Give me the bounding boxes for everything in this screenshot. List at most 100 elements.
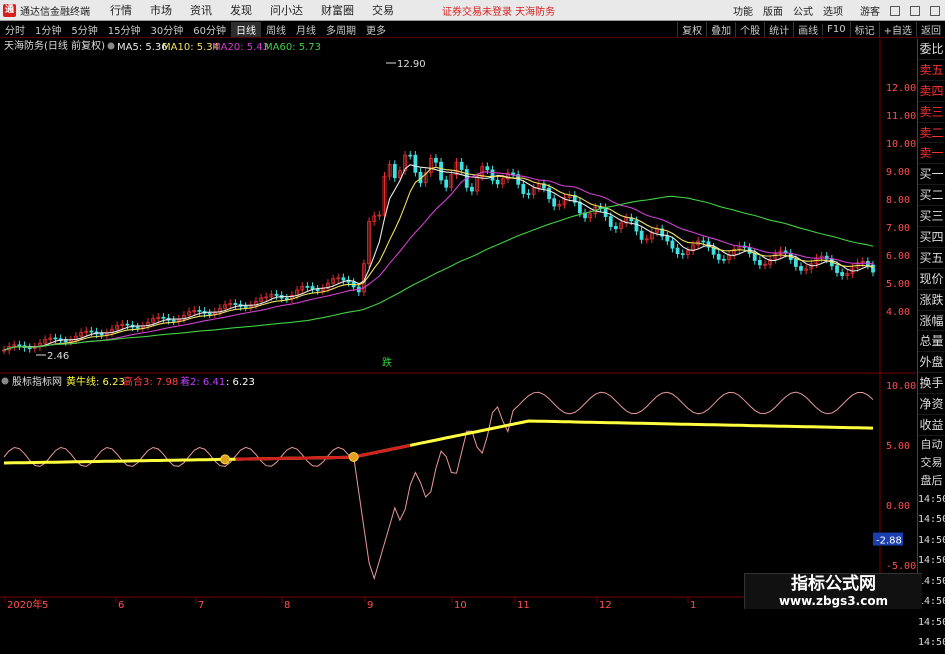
side-tab[interactable]: 交易	[918, 454, 945, 472]
side-tab[interactable]: 自动	[918, 436, 945, 454]
period-tab[interactable]: 日线	[230, 21, 261, 37]
toolbar-button[interactable]: 复权	[677, 22, 706, 37]
candle-body	[392, 164, 397, 179]
signal-marker	[220, 454, 231, 465]
trade-time: 14:50	[918, 493, 945, 505]
right-menu-item[interactable]: 公式	[793, 3, 813, 18]
menu-item[interactable]: 问小达	[270, 2, 303, 18]
app-logo-icon: 通	[3, 3, 16, 17]
ma20-line	[3, 171, 874, 351]
right-menu-item[interactable]: 功能	[733, 3, 753, 18]
price-tick-label: 10.00	[886, 139, 916, 150]
maximize-icon[interactable]	[910, 5, 920, 16]
app-name: 通达信金融终端	[20, 6, 90, 18]
right-menu-item[interactable]: 版面	[763, 3, 783, 18]
period-tab[interactable]: 60分钟	[188, 22, 231, 37]
candle-body	[752, 252, 757, 261]
side-field-label: 卖五	[918, 60, 945, 81]
period-tab[interactable]: 15分钟	[103, 22, 146, 37]
candle-body	[413, 154, 418, 173]
candle-body	[207, 312, 212, 315]
side-field-label: 买五	[918, 248, 945, 269]
price-tick-label: 9.00	[886, 167, 910, 178]
indicator-legend-2: 高合3: 7.98	[123, 375, 178, 388]
side-field-label: 涨跌	[918, 290, 945, 311]
side-tab[interactable]: 盘后	[918, 472, 945, 490]
right-menu-item[interactable]: 选项	[823, 3, 843, 18]
menu-item[interactable]: 行情	[110, 2, 132, 18]
chart-area[interactable]: 12.00 11.00 10.00 9.00 8.00 7.00 6.00 5.00 4.00 1…	[0, 39, 916, 611]
toolbar-button[interactable]: 统计	[764, 22, 793, 37]
candle-body	[99, 333, 104, 336]
x-axis-label: 8	[284, 600, 290, 609]
candle-body	[459, 161, 464, 170]
candle-body	[17, 344, 22, 347]
toolbar-button[interactable]: 画线	[793, 22, 822, 37]
ma-legend-3: MA20: 5.43	[212, 42, 269, 53]
candle-body	[408, 154, 413, 157]
trade-time: 14:50	[918, 637, 945, 649]
candle-body	[701, 240, 706, 243]
toolbar-button[interactable]: 返回	[916, 22, 945, 37]
candle-body	[284, 297, 289, 300]
minimize-icon[interactable]	[890, 5, 900, 16]
price-tick-label: 6.00	[886, 251, 910, 262]
x-axis-label: 5	[42, 600, 48, 609]
candle-body	[233, 303, 238, 305]
indicator-tick-label: 10.00	[886, 381, 916, 392]
limit-marker: 跌	[382, 356, 392, 369]
indicator-legend-3: 着2: 6.41	[180, 375, 225, 388]
candle-body	[608, 216, 613, 227]
candle-body	[675, 247, 680, 255]
side-field-label: 收益	[918, 415, 945, 436]
side-field-label: 卖四	[918, 81, 945, 102]
period-tab[interactable]: 1分钟	[30, 22, 66, 37]
login-button[interactable]: 游客	[860, 3, 880, 18]
chart-settings-icon	[107, 42, 115, 50]
price-tick-label: 11.00	[886, 111, 916, 122]
toolbar-button[interactable]: 个股	[735, 22, 764, 37]
side-field-label: 净资	[918, 394, 945, 416]
indicator-tick-label: -5.00	[886, 561, 916, 572]
candle-body	[305, 285, 310, 288]
close-icon[interactable]	[930, 5, 940, 16]
candle-body	[613, 226, 618, 230]
candle-body	[341, 277, 346, 281]
period-tab[interactable]: 周线	[261, 22, 291, 37]
side-field-label: 总量	[918, 331, 945, 353]
period-tab[interactable]: 月线	[291, 22, 321, 37]
trade-notice[interactable]: 证券交易未登录 天海防务	[442, 3, 555, 18]
watermark: 指标公式网 www.zbgs3.com	[744, 573, 922, 609]
candle-body	[680, 253, 685, 256]
candle-body	[670, 240, 675, 249]
toolbar-button[interactable]: +自选	[878, 22, 916, 37]
app-logo: 通 通达信金融终端	[0, 3, 100, 18]
candle-body	[757, 260, 762, 266]
x-axis-label: 1	[690, 600, 696, 609]
candle-body	[521, 183, 526, 194]
candle-body	[547, 187, 551, 200]
candle-body	[135, 326, 140, 329]
candle-body	[53, 337, 58, 340]
candle-body	[125, 323, 130, 326]
menu-item[interactable]: 交易	[372, 2, 394, 18]
indicator-title: 股标指标网	[12, 375, 62, 388]
toolbar-button[interactable]: F10	[822, 24, 849, 35]
menu-item[interactable]: 资讯	[190, 2, 212, 18]
candle-body	[634, 220, 639, 232]
candle-body	[89, 330, 94, 333]
menu-item[interactable]: 财富圈	[321, 2, 354, 18]
trade-time: 14:50	[918, 616, 945, 628]
ma-legend-4: MA60: 5.73	[264, 42, 321, 53]
period-tab[interactable]: 30分钟	[145, 22, 188, 37]
menu-item[interactable]: 发现	[230, 2, 252, 18]
period-tab[interactable]: 多周期	[321, 22, 361, 37]
menu-item[interactable]: 市场	[150, 2, 172, 18]
period-tab[interactable]: 更多	[361, 22, 391, 37]
period-tab[interactable]: 分时	[0, 22, 30, 37]
period-tab[interactable]: 5分钟	[66, 22, 102, 37]
indicator-legend-4: : 6.23	[226, 377, 255, 388]
x-axis-label: 7	[198, 600, 204, 609]
toolbar-button[interactable]: 标记	[849, 22, 879, 37]
toolbar-button[interactable]: 叠加	[706, 22, 735, 37]
